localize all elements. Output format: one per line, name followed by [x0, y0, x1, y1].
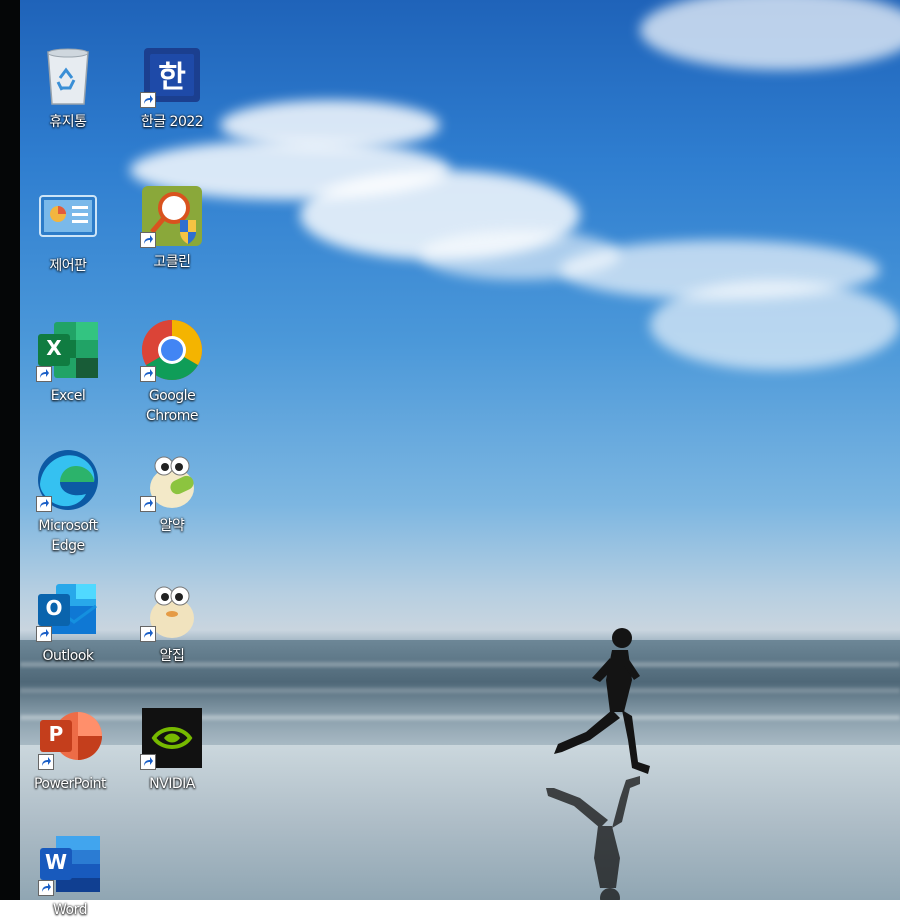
desktop-icon-powerpoint[interactable]: P PowerPoint — [20, 706, 120, 794]
shortcut-arrow-icon — [38, 754, 54, 770]
desktop-icon-chrome[interactable]: Google Chrome — [122, 318, 222, 426]
desktop-icon-nvidia[interactable]: NVIDIA — [122, 706, 222, 794]
monitor-bezel — [0, 0, 20, 900]
desktop-icon-label: 고클린 — [153, 254, 191, 270]
desktop-icon-label: 한글 2022 — [140, 114, 204, 130]
desktop-icon-recycle-bin[interactable]: 휴지통 — [18, 44, 118, 132]
desktop-icon-label: Word — [53, 902, 87, 918]
desktop-icon-label: Outlook — [42, 648, 94, 664]
word-glyph: W — [44, 850, 68, 874]
desktop-icon-label: Excel — [50, 388, 86, 404]
desktop-icon-label: PowerPoint — [33, 776, 107, 792]
desktop-icon-goclean[interactable]: 고클린 — [122, 184, 222, 272]
shortcut-arrow-icon — [140, 754, 156, 770]
hangul-glyph: 한 — [158, 60, 186, 95]
shortcut-arrow-icon — [38, 880, 54, 896]
control-panel-icon — [39, 195, 97, 237]
cloud — [640, 0, 900, 70]
wave — [20, 688, 900, 693]
desktop-icon-label: NVIDIA — [149, 776, 195, 792]
desktop-icon-label: 제어판 — [49, 258, 87, 274]
shortcut-arrow-icon — [140, 366, 156, 382]
desktop-icon-label: 휴지통 — [49, 114, 87, 130]
desktop-icon-label: Microsoft Edge — [38, 518, 98, 554]
desktop-icon-hangul[interactable]: 한 한글 2022 — [122, 44, 222, 132]
outlook-glyph: O — [45, 596, 63, 620]
desktop-icon-word[interactable]: W Word — [20, 832, 120, 920]
desktop-icon-outlook[interactable]: O Outlook — [18, 578, 118, 666]
shortcut-arrow-icon — [140, 626, 156, 642]
desktop-icon-alzip[interactable]: 알집 — [122, 578, 222, 666]
desktop-icon-excel[interactable]: X Excel — [18, 318, 118, 406]
excel-glyph: X — [46, 336, 62, 360]
recycle-bin-icon — [47, 48, 89, 105]
desktop-icon-control-panel[interactable]: 제어판 — [18, 188, 118, 276]
shortcut-arrow-icon — [140, 496, 156, 512]
shortcut-arrow-icon — [36, 496, 52, 512]
shortcut-arrow-icon — [140, 232, 156, 248]
shortcut-arrow-icon — [140, 92, 156, 108]
shortcut-arrow-icon — [36, 366, 52, 382]
desktop-icon-label: 알약 — [159, 518, 185, 534]
cloud — [650, 280, 900, 370]
desktop-icon-alyac[interactable]: 알약 — [122, 448, 222, 536]
runner-silhouette — [546, 628, 650, 900]
shortcut-arrow-icon — [36, 626, 52, 642]
desktop-icon-label: 알집 — [159, 648, 185, 664]
powerpoint-glyph: P — [48, 722, 64, 746]
desktop-icon-edge[interactable]: Microsoft Edge — [18, 448, 118, 556]
desktop-icon-label: Google Chrome — [146, 388, 198, 424]
